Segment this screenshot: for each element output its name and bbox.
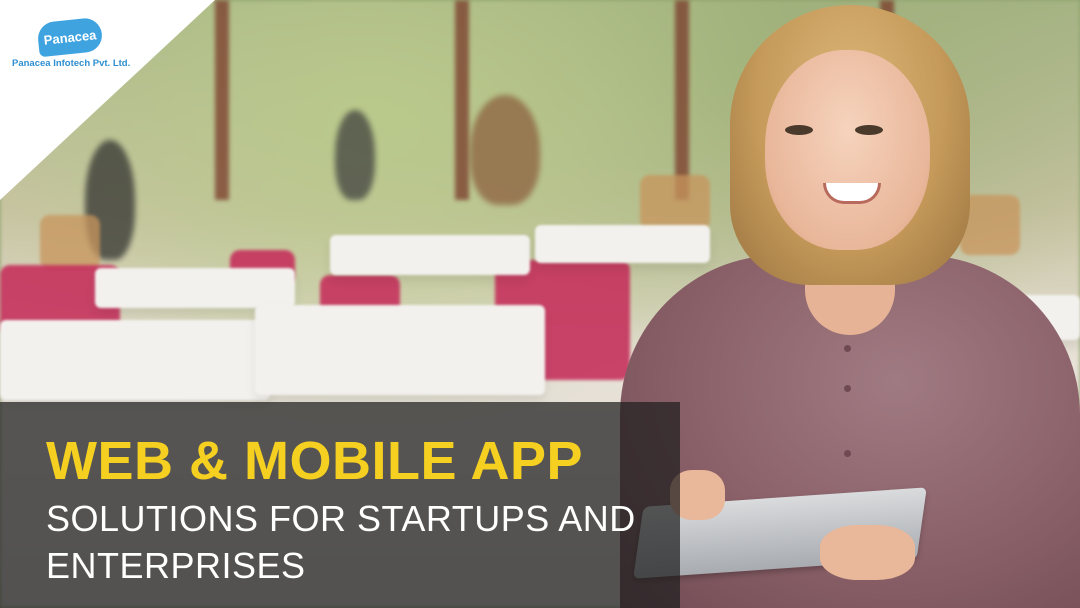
background-table — [0, 320, 270, 400]
face — [765, 50, 930, 250]
blouse-button — [844, 345, 851, 352]
background-table — [255, 305, 545, 395]
background-person — [470, 95, 540, 205]
right-eye — [855, 125, 883, 135]
company-name: Panacea Infotech Pvt. Ltd. — [12, 58, 131, 69]
right-hand — [820, 525, 915, 580]
banner-subline-1: SOLUTIONS FOR STARTUPS AND — [46, 498, 636, 539]
left-eye — [785, 125, 813, 135]
background-pillar — [215, 0, 229, 200]
background-table — [95, 268, 295, 308]
background-table — [330, 235, 530, 275]
background-pillar — [455, 0, 469, 200]
logo-corner-background — [0, 0, 215, 200]
background-person — [335, 110, 375, 200]
background-chair — [40, 215, 100, 270]
blouse-button — [844, 450, 851, 457]
banner-headline: WEB & MOBILE APP — [46, 431, 584, 491]
blouse-button — [844, 385, 851, 392]
banner-subline-2: ENTERPRISES — [46, 545, 306, 586]
